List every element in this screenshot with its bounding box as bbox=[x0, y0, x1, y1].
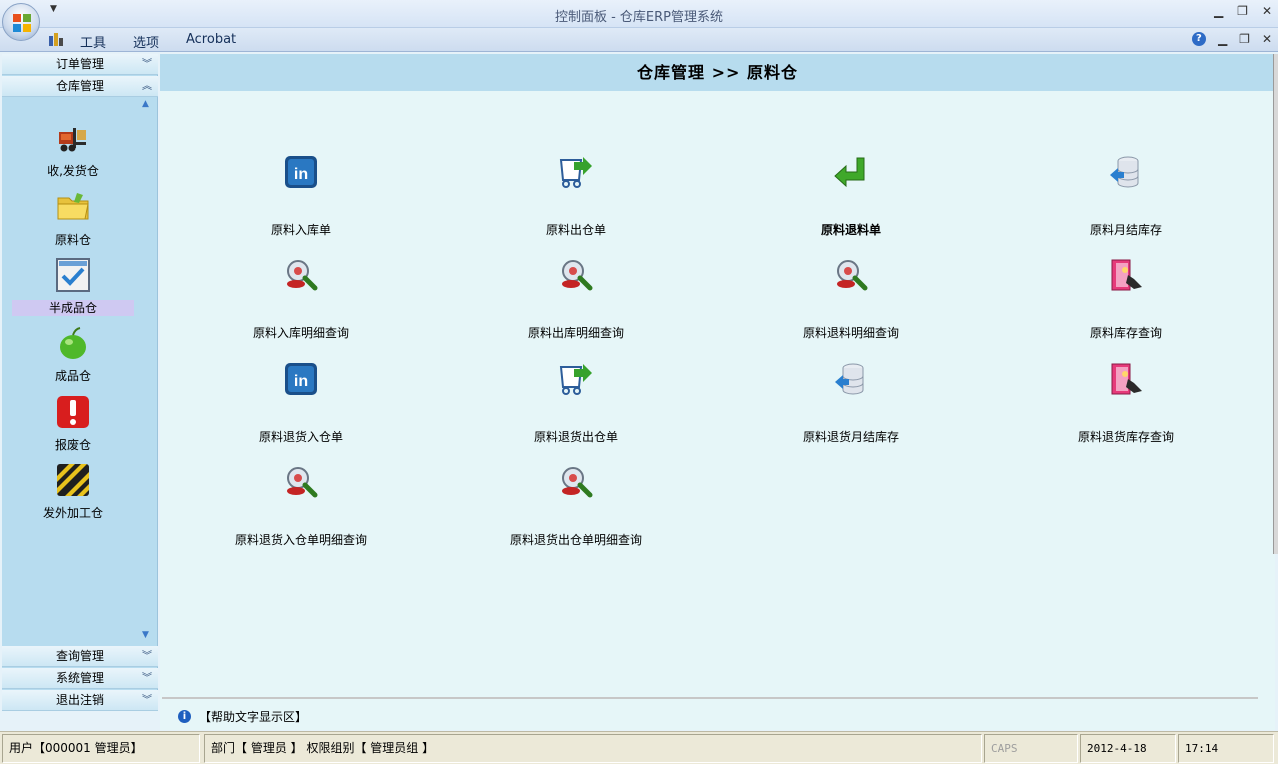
sidebar-section-query[interactable]: 查询管理 ︾ bbox=[2, 646, 158, 667]
tile-raw-return-outbound-detail[interactable]: 原料退货出仓单明细查询 bbox=[476, 464, 676, 548]
doc-close-button[interactable]: ✕ bbox=[1262, 32, 1272, 46]
toolbar-app-icon[interactable] bbox=[47, 30, 65, 48]
sidebar-item-receive-ship[interactable]: 收,发货仓 bbox=[12, 120, 134, 179]
window-title: 控制面板 - 仓库ERP管理系统 bbox=[554, 10, 724, 25]
sidebar-section-orders[interactable]: 订单管理 ︾ bbox=[2, 54, 158, 75]
search-user-icon bbox=[287, 467, 318, 498]
tile-raw-outbound[interactable]: 原料出仓单 bbox=[476, 154, 676, 238]
cart-out-icon bbox=[559, 364, 592, 395]
database-arrow-icon bbox=[1110, 156, 1139, 188]
sidebar-item-outsourced[interactable]: 发外加工仓 bbox=[12, 462, 134, 521]
sidebar-item-semi-finished[interactable]: 半成品仓 bbox=[12, 257, 134, 316]
menu-bar: 工具 选项 Acrobat ? ▁ ❐ ✕ bbox=[0, 28, 1278, 52]
cart-out-icon bbox=[559, 157, 592, 188]
forklift-icon bbox=[59, 128, 86, 152]
checkbox-icon bbox=[56, 258, 90, 292]
info-icon: i bbox=[178, 710, 191, 723]
chevron-down-icon: ︾ bbox=[142, 59, 152, 70]
sidebar: 订单管理 ︾ 仓库管理 ︽ ▲ 收,发货仓 原料仓 半成品仓 成品仓 报废仓 发… bbox=[2, 54, 158, 711]
tile-raw-inbound[interactable]: in 原料入库单 bbox=[201, 154, 401, 238]
database-arrow-icon bbox=[835, 363, 864, 395]
doc-restore-button[interactable]: ❐ bbox=[1239, 32, 1250, 46]
menu-acrobat[interactable]: Acrobat bbox=[186, 32, 236, 47]
search-user-icon bbox=[287, 260, 318, 291]
help-icon[interactable]: ? bbox=[1191, 32, 1206, 46]
close-button[interactable]: ✕ bbox=[1262, 4, 1272, 18]
sidebar-item-raw-material[interactable]: 原料仓 bbox=[12, 189, 134, 248]
tile-raw-return-inbound[interactable]: in 原料退货入仓单 bbox=[201, 361, 401, 445]
chevron-down-icon: ︾ bbox=[142, 695, 152, 706]
tile-raw-stock-query[interactable]: 原料库存查询 bbox=[1026, 257, 1226, 341]
help-text: 【帮助文字显示区】 bbox=[199, 710, 308, 724]
help-area: i 【帮助文字显示区】 bbox=[178, 708, 307, 725]
restore-button[interactable]: ❐ bbox=[1237, 4, 1248, 18]
status-bar: 用户【000001 管理员】 部门【 管理员 】 权限组别【 管理员组 】 CA… bbox=[0, 731, 1278, 764]
warning-icon bbox=[57, 396, 89, 428]
tile-raw-return-stock-query[interactable]: 原料退货库存查询 bbox=[1026, 361, 1226, 445]
app-menu-button[interactable] bbox=[2, 3, 40, 41]
folder-icon bbox=[57, 193, 89, 220]
sidebar-section-system[interactable]: 系统管理 ︾ bbox=[2, 668, 158, 689]
sidebar-section-warehouse[interactable]: 仓库管理 ︽ bbox=[2, 76, 158, 97]
scroll-up-icon[interactable]: ▲ bbox=[142, 99, 149, 109]
door-exit-icon bbox=[1111, 259, 1142, 291]
breadcrumb: 仓库管理 >> 原料仓 bbox=[160, 54, 1275, 91]
status-caps: CAPS bbox=[984, 734, 1078, 763]
title-bar: ▼ 控制面板 - 仓库ERP管理系统 ▁ ❐ ✕ bbox=[0, 0, 1278, 41]
tile-raw-monthly-stock[interactable]: 原料月结库存 bbox=[1026, 154, 1226, 238]
menu-tools[interactable]: 工具 bbox=[80, 32, 106, 51]
app-logo-icon bbox=[13, 14, 31, 32]
in-icon: in bbox=[285, 363, 317, 395]
sidebar-section-logout[interactable]: 退出注销 ︾ bbox=[2, 690, 158, 711]
return-arrow-icon bbox=[834, 157, 865, 188]
status-date: 2012-4-18 bbox=[1080, 734, 1176, 763]
doc-minimize-button[interactable]: ▁ bbox=[1218, 32, 1227, 46]
tile-raw-return-monthly-stock[interactable]: 原料退货月结库存 bbox=[751, 361, 951, 445]
status-user: 用户【000001 管理员】 bbox=[2, 734, 200, 763]
vertical-scrollbar[interactable] bbox=[1273, 54, 1278, 554]
search-user-icon bbox=[562, 467, 593, 498]
in-icon: in bbox=[285, 156, 317, 188]
chevron-up-icon: ︽ bbox=[142, 81, 152, 92]
apple-icon bbox=[60, 327, 86, 359]
tile-raw-return[interactable]: 原料退料单 bbox=[751, 154, 951, 238]
tile-raw-inbound-detail[interactable]: 原料入库明细查询 bbox=[201, 257, 401, 341]
tile-raw-return-outbound[interactable]: 原料退货出仓单 bbox=[476, 361, 676, 445]
minimize-button[interactable]: ▁ bbox=[1214, 4, 1223, 18]
svg-text:in: in bbox=[294, 373, 308, 390]
search-user-icon bbox=[562, 260, 593, 291]
status-dept: 部门【 管理员 】 权限组别【 管理员组 】 bbox=[204, 734, 982, 763]
scroll-down-icon[interactable]: ▼ bbox=[142, 630, 149, 640]
status-time: 17:14 bbox=[1178, 734, 1274, 763]
sidebar-item-scrap[interactable]: 报废仓 bbox=[12, 394, 134, 453]
divider bbox=[162, 697, 1258, 699]
tile-raw-outbound-detail[interactable]: 原料出库明细查询 bbox=[476, 257, 676, 341]
tile-raw-return-inbound-detail[interactable]: 原料退货入仓单明细查询 bbox=[201, 464, 401, 548]
chevron-down-icon: ︾ bbox=[142, 673, 152, 684]
tile-raw-return-detail[interactable]: 原料退料明细查询 bbox=[751, 257, 951, 341]
search-user-icon bbox=[837, 260, 868, 291]
door-exit-icon bbox=[1111, 363, 1142, 395]
menu-options[interactable]: 选项 bbox=[133, 32, 159, 51]
main-panel: 仓库管理 >> 原料仓 in 原料入库单 原料出仓单 原料退料单 原料月结库存 … bbox=[160, 54, 1275, 730]
hazard-stripes-icon bbox=[57, 464, 89, 496]
sidebar-item-finished[interactable]: 成品仓 bbox=[12, 325, 134, 384]
svg-text:in: in bbox=[294, 166, 308, 183]
chevron-down-icon: ︾ bbox=[142, 651, 152, 662]
